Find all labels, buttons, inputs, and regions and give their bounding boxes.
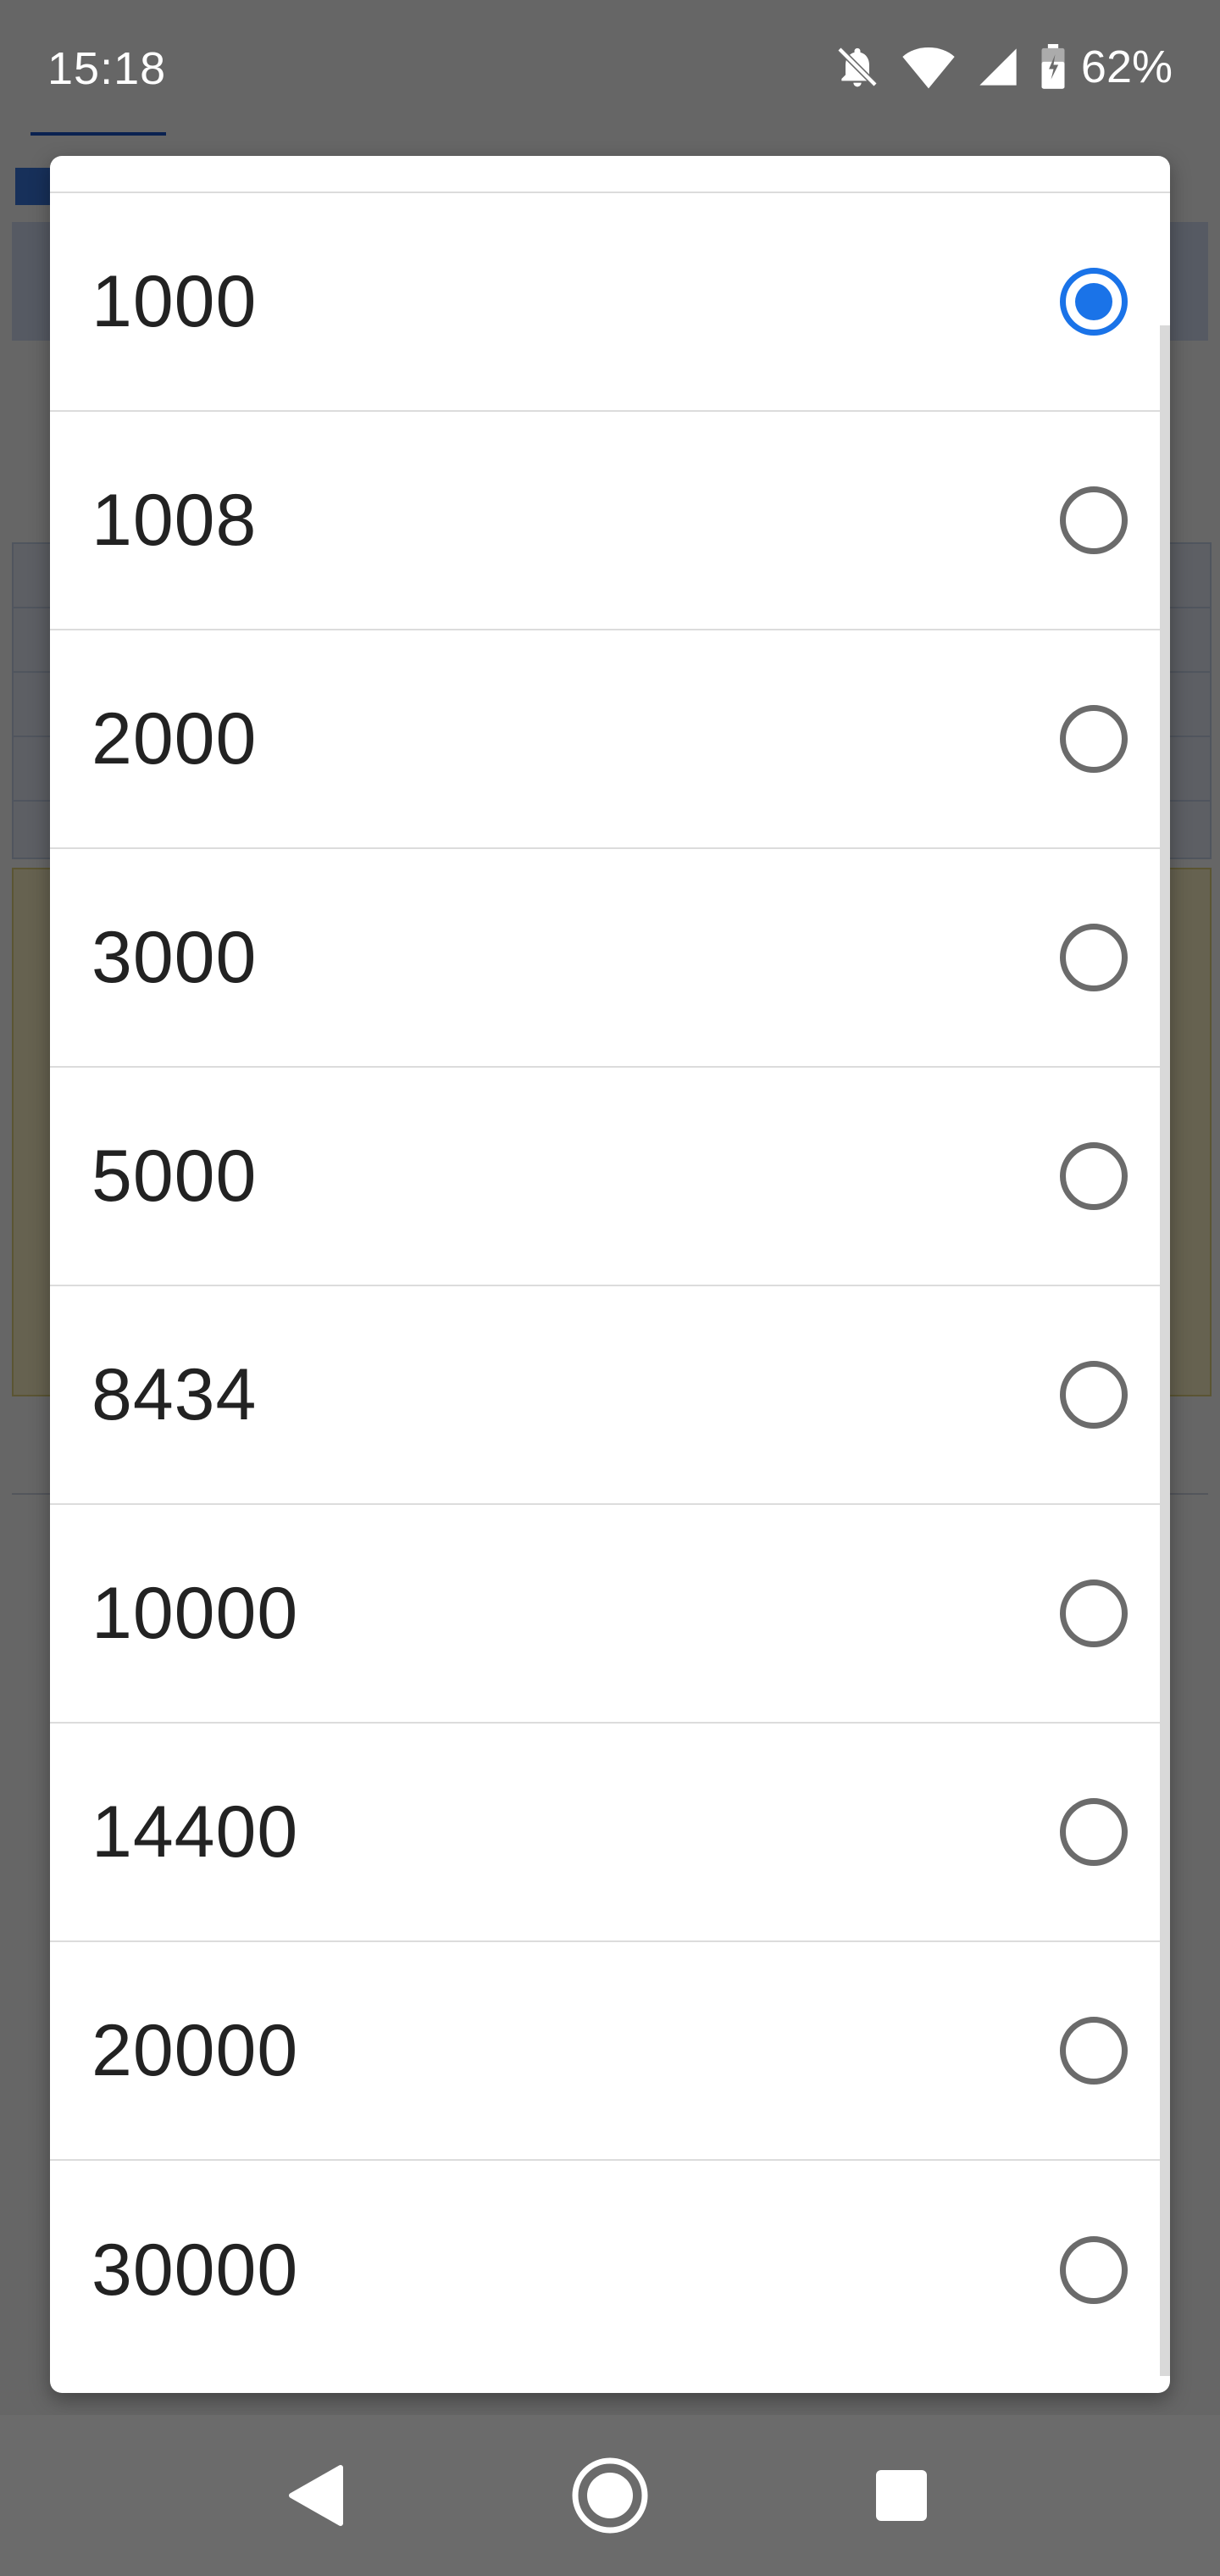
radio-unchecked-icon[interactable]: [1060, 924, 1128, 991]
radio-unchecked-icon[interactable]: [1060, 486, 1128, 554]
option-item[interactable]: 20000: [50, 1942, 1170, 2161]
navigation-bar: [0, 2415, 1220, 2576]
option-item[interactable]: 14400: [50, 1724, 1170, 1942]
notifications-off-icon: [834, 43, 881, 91]
option-label: 1008: [92, 479, 258, 561]
option-list: 1000 1008 2000 3000 5000 8434 10000 1440…: [50, 193, 1170, 2379]
radio-unchecked-icon[interactable]: [1060, 2017, 1128, 2085]
option-label: 3000: [92, 916, 258, 998]
radio-unchecked-icon[interactable]: [1060, 1361, 1128, 1429]
home-icon[interactable]: [563, 2449, 657, 2542]
option-item[interactable]: 3000: [50, 849, 1170, 1068]
option-label: 2000: [92, 697, 258, 780]
radio-unchecked-icon[interactable]: [1060, 2236, 1128, 2304]
option-item[interactable]: 1000: [50, 193, 1170, 412]
recents-icon[interactable]: [855, 2449, 948, 2542]
option-label: 30000: [92, 2229, 299, 2311]
radio-checked-icon[interactable]: [1060, 268, 1128, 336]
status-bar: 15:18 62%: [0, 0, 1220, 141]
radio-unchecked-icon[interactable]: [1060, 1142, 1128, 1210]
radio-unchecked-icon[interactable]: [1060, 1798, 1128, 1866]
back-icon[interactable]: [269, 2449, 363, 2542]
scrollbar[interactable]: [1160, 325, 1170, 2376]
status-icons: 62%: [834, 41, 1173, 93]
selection-dialog: 1000 1008 2000 3000 5000 8434 10000 1440…: [50, 156, 1170, 2393]
option-item[interactable]: 30000: [50, 2161, 1170, 2379]
option-item[interactable]: 10000: [50, 1505, 1170, 1724]
option-label: 5000: [92, 1135, 258, 1217]
option-label: 8434: [92, 1353, 258, 1435]
wifi-icon: [901, 43, 956, 91]
option-label: 20000: [92, 2009, 299, 2091]
battery-icon: [1040, 44, 1066, 90]
option-item[interactable]: 2000: [50, 630, 1170, 849]
dialog-top-divider: [50, 156, 1170, 193]
battery-percent: 62%: [1080, 42, 1173, 92]
option-label: 14400: [92, 1790, 299, 1873]
option-item[interactable]: 8434: [50, 1286, 1170, 1505]
signal-icon: [976, 45, 1020, 89]
option-item[interactable]: 1008: [50, 412, 1170, 630]
status-time: 15:18: [47, 43, 167, 94]
option-item[interactable]: 5000: [50, 1068, 1170, 1286]
radio-unchecked-icon[interactable]: [1060, 1579, 1128, 1647]
radio-unchecked-icon[interactable]: [1060, 705, 1128, 773]
option-label: 1000: [92, 260, 258, 342]
option-label: 10000: [92, 1572, 299, 1654]
